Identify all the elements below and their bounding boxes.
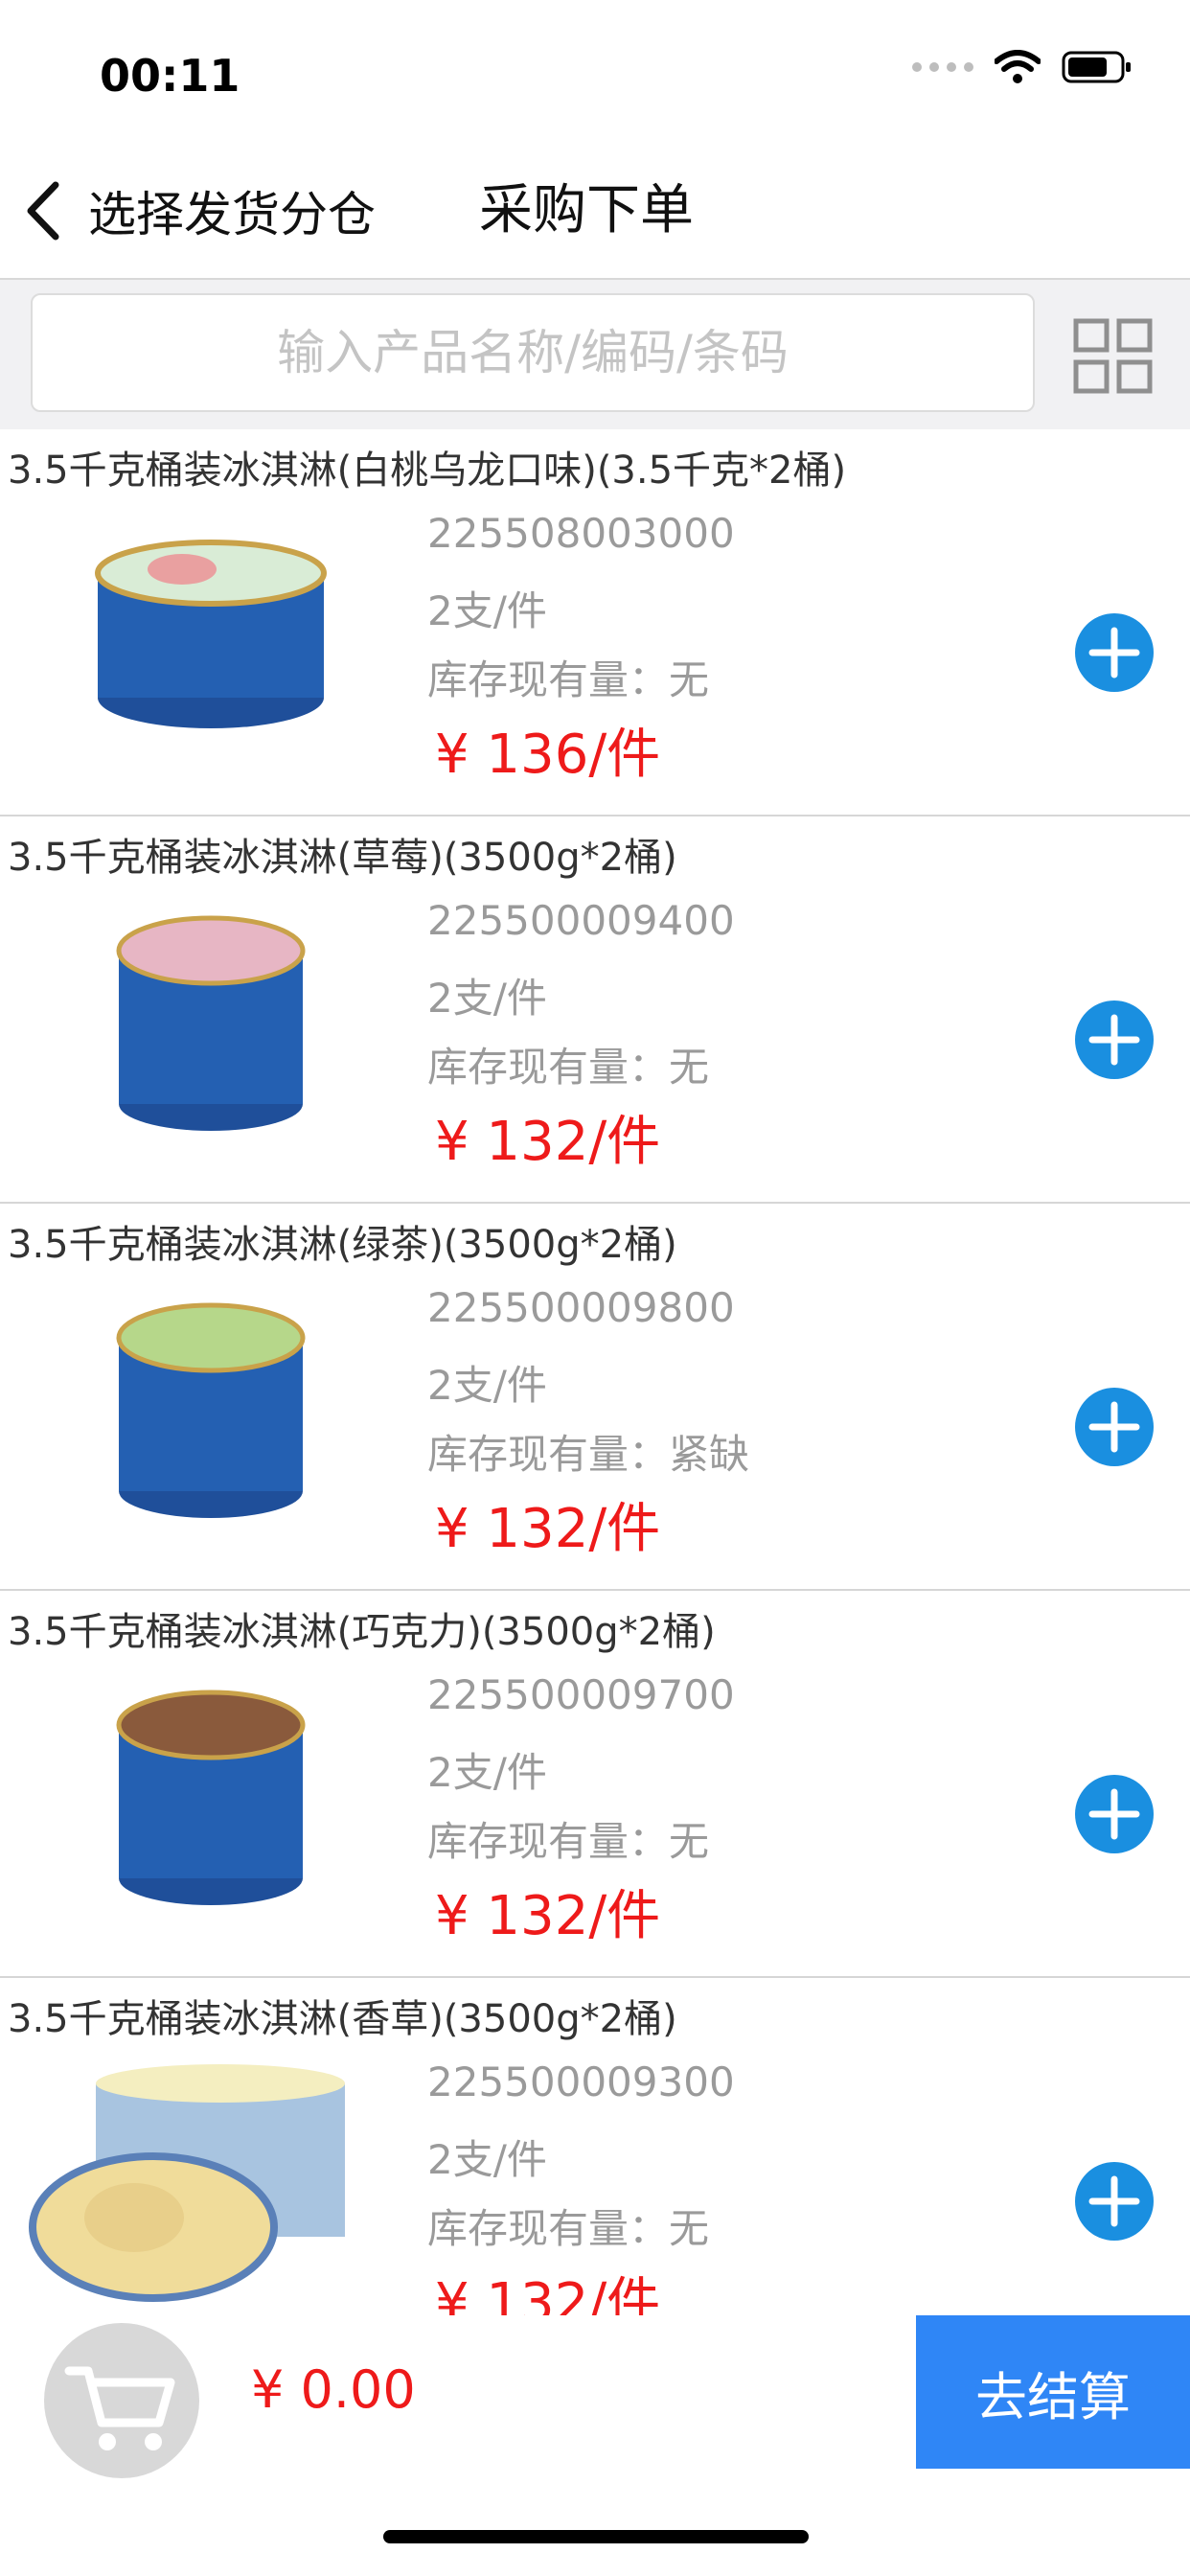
product-name: 3.5千克桶装冰淇淋(绿茶)(3500g*2桶)	[8, 1223, 677, 1267]
checkout-button[interactable]: 去结算	[916, 2315, 1190, 2469]
add-icon[interactable]	[1073, 2160, 1156, 2242]
product-code: 225500009700	[427, 1671, 735, 1718]
product-price: ¥ 132/件	[435, 1498, 661, 1560]
bottom-bar: ¥ 0.00 去结算	[0, 2315, 1190, 2478]
product-stock: 库存现有量：无	[427, 1044, 710, 1091]
cart-button[interactable]	[44, 2323, 199, 2478]
product-price: ¥ 136/件	[435, 724, 661, 786]
cart-icon	[64, 2366, 175, 2450]
product-price: ¥ 132/件	[435, 1111, 661, 1173]
product-name: 3.5千克桶装冰淇淋(香草)(3500g*2桶)	[8, 1997, 677, 2041]
add-icon[interactable]	[1073, 1773, 1156, 1855]
product-name: 3.5千克桶装冰淇淋(草莓)(3500g*2桶)	[8, 836, 677, 880]
grid-view-icon[interactable]	[1073, 318, 1154, 395]
page-title: 采购下单	[479, 179, 694, 242]
product-image	[29, 2064, 345, 2302]
product-code: 225500009800	[427, 1284, 735, 1331]
cart-total: ¥ 0.00	[251, 2359, 416, 2420]
product-price: ¥ 132/件	[435, 1885, 661, 1947]
product-image	[95, 540, 327, 728]
chevron-left-icon	[27, 181, 59, 241]
signal-icon	[912, 62, 973, 72]
status-time: 00:11	[100, 50, 240, 102]
product-stock: 库存现有量：无	[427, 1818, 710, 1865]
product-stock: 库存现有量：无	[427, 2205, 710, 2252]
nav-bar: 选择发货分仓 采购下单	[0, 144, 1190, 280]
product-spec: 2支/件	[427, 975, 547, 1022]
product-list[interactable]: 3.5千克桶装冰淇淋(白桃乌龙口味)(3.5千克*2桶) 22550800300…	[0, 429, 1190, 2315]
battery-icon	[1062, 51, 1131, 83]
product-code: 225508003000	[427, 510, 735, 557]
add-icon[interactable]	[1073, 999, 1156, 1081]
back-button[interactable]: 选择发货分仓	[21, 172, 376, 249]
add-icon[interactable]	[1073, 1386, 1156, 1468]
wifi-icon	[995, 50, 1041, 83]
product-item[interactable]: 3.5千克桶装冰淇淋(香草)(3500g*2桶) 225500009300 2支…	[0, 1978, 1190, 2315]
product-item[interactable]: 3.5千克桶装冰淇淋(绿茶)(3500g*2桶) 225500009800 2支…	[0, 1204, 1190, 1591]
product-image	[116, 1302, 306, 1518]
product-stock: 库存现有量：无	[427, 656, 710, 703]
product-item[interactable]: 3.5千克桶装冰淇淋(草莓)(3500g*2桶) 225500009400 2支…	[0, 816, 1190, 1204]
product-item[interactable]: 3.5千克桶装冰淇淋(巧克力)(3500g*2桶) 225500009700 2…	[0, 1591, 1190, 1978]
home-indicator	[383, 2530, 809, 2543]
product-code: 225500009400	[427, 897, 735, 944]
search-bar	[0, 280, 1190, 429]
status-icons	[912, 50, 1133, 84]
product-name: 3.5千克桶装冰淇淋(巧克力)(3500g*2桶)	[8, 1610, 716, 1654]
product-spec: 2支/件	[427, 2136, 547, 2183]
product-spec: 2支/件	[427, 587, 547, 634]
product-spec: 2支/件	[427, 1362, 547, 1409]
product-item[interactable]: 3.5千克桶装冰淇淋(白桃乌龙口味)(3.5千克*2桶) 22550800300…	[0, 429, 1190, 816]
product-price: ¥ 132/件	[435, 2272, 661, 2315]
product-spec: 2支/件	[427, 1749, 547, 1796]
product-image	[116, 1690, 306, 1905]
product-code: 225500009300	[427, 2058, 735, 2105]
product-name: 3.5千克桶装冰淇淋(白桃乌龙口味)(3.5千克*2桶)	[8, 448, 847, 493]
product-stock: 库存现有量：紧缺	[427, 1431, 750, 1478]
product-image	[116, 915, 306, 1131]
status-bar: 00:11	[0, 0, 1190, 144]
add-icon[interactable]	[1073, 611, 1156, 694]
search-input[interactable]	[31, 293, 1035, 412]
back-label: 选择发货分仓	[88, 187, 376, 242]
